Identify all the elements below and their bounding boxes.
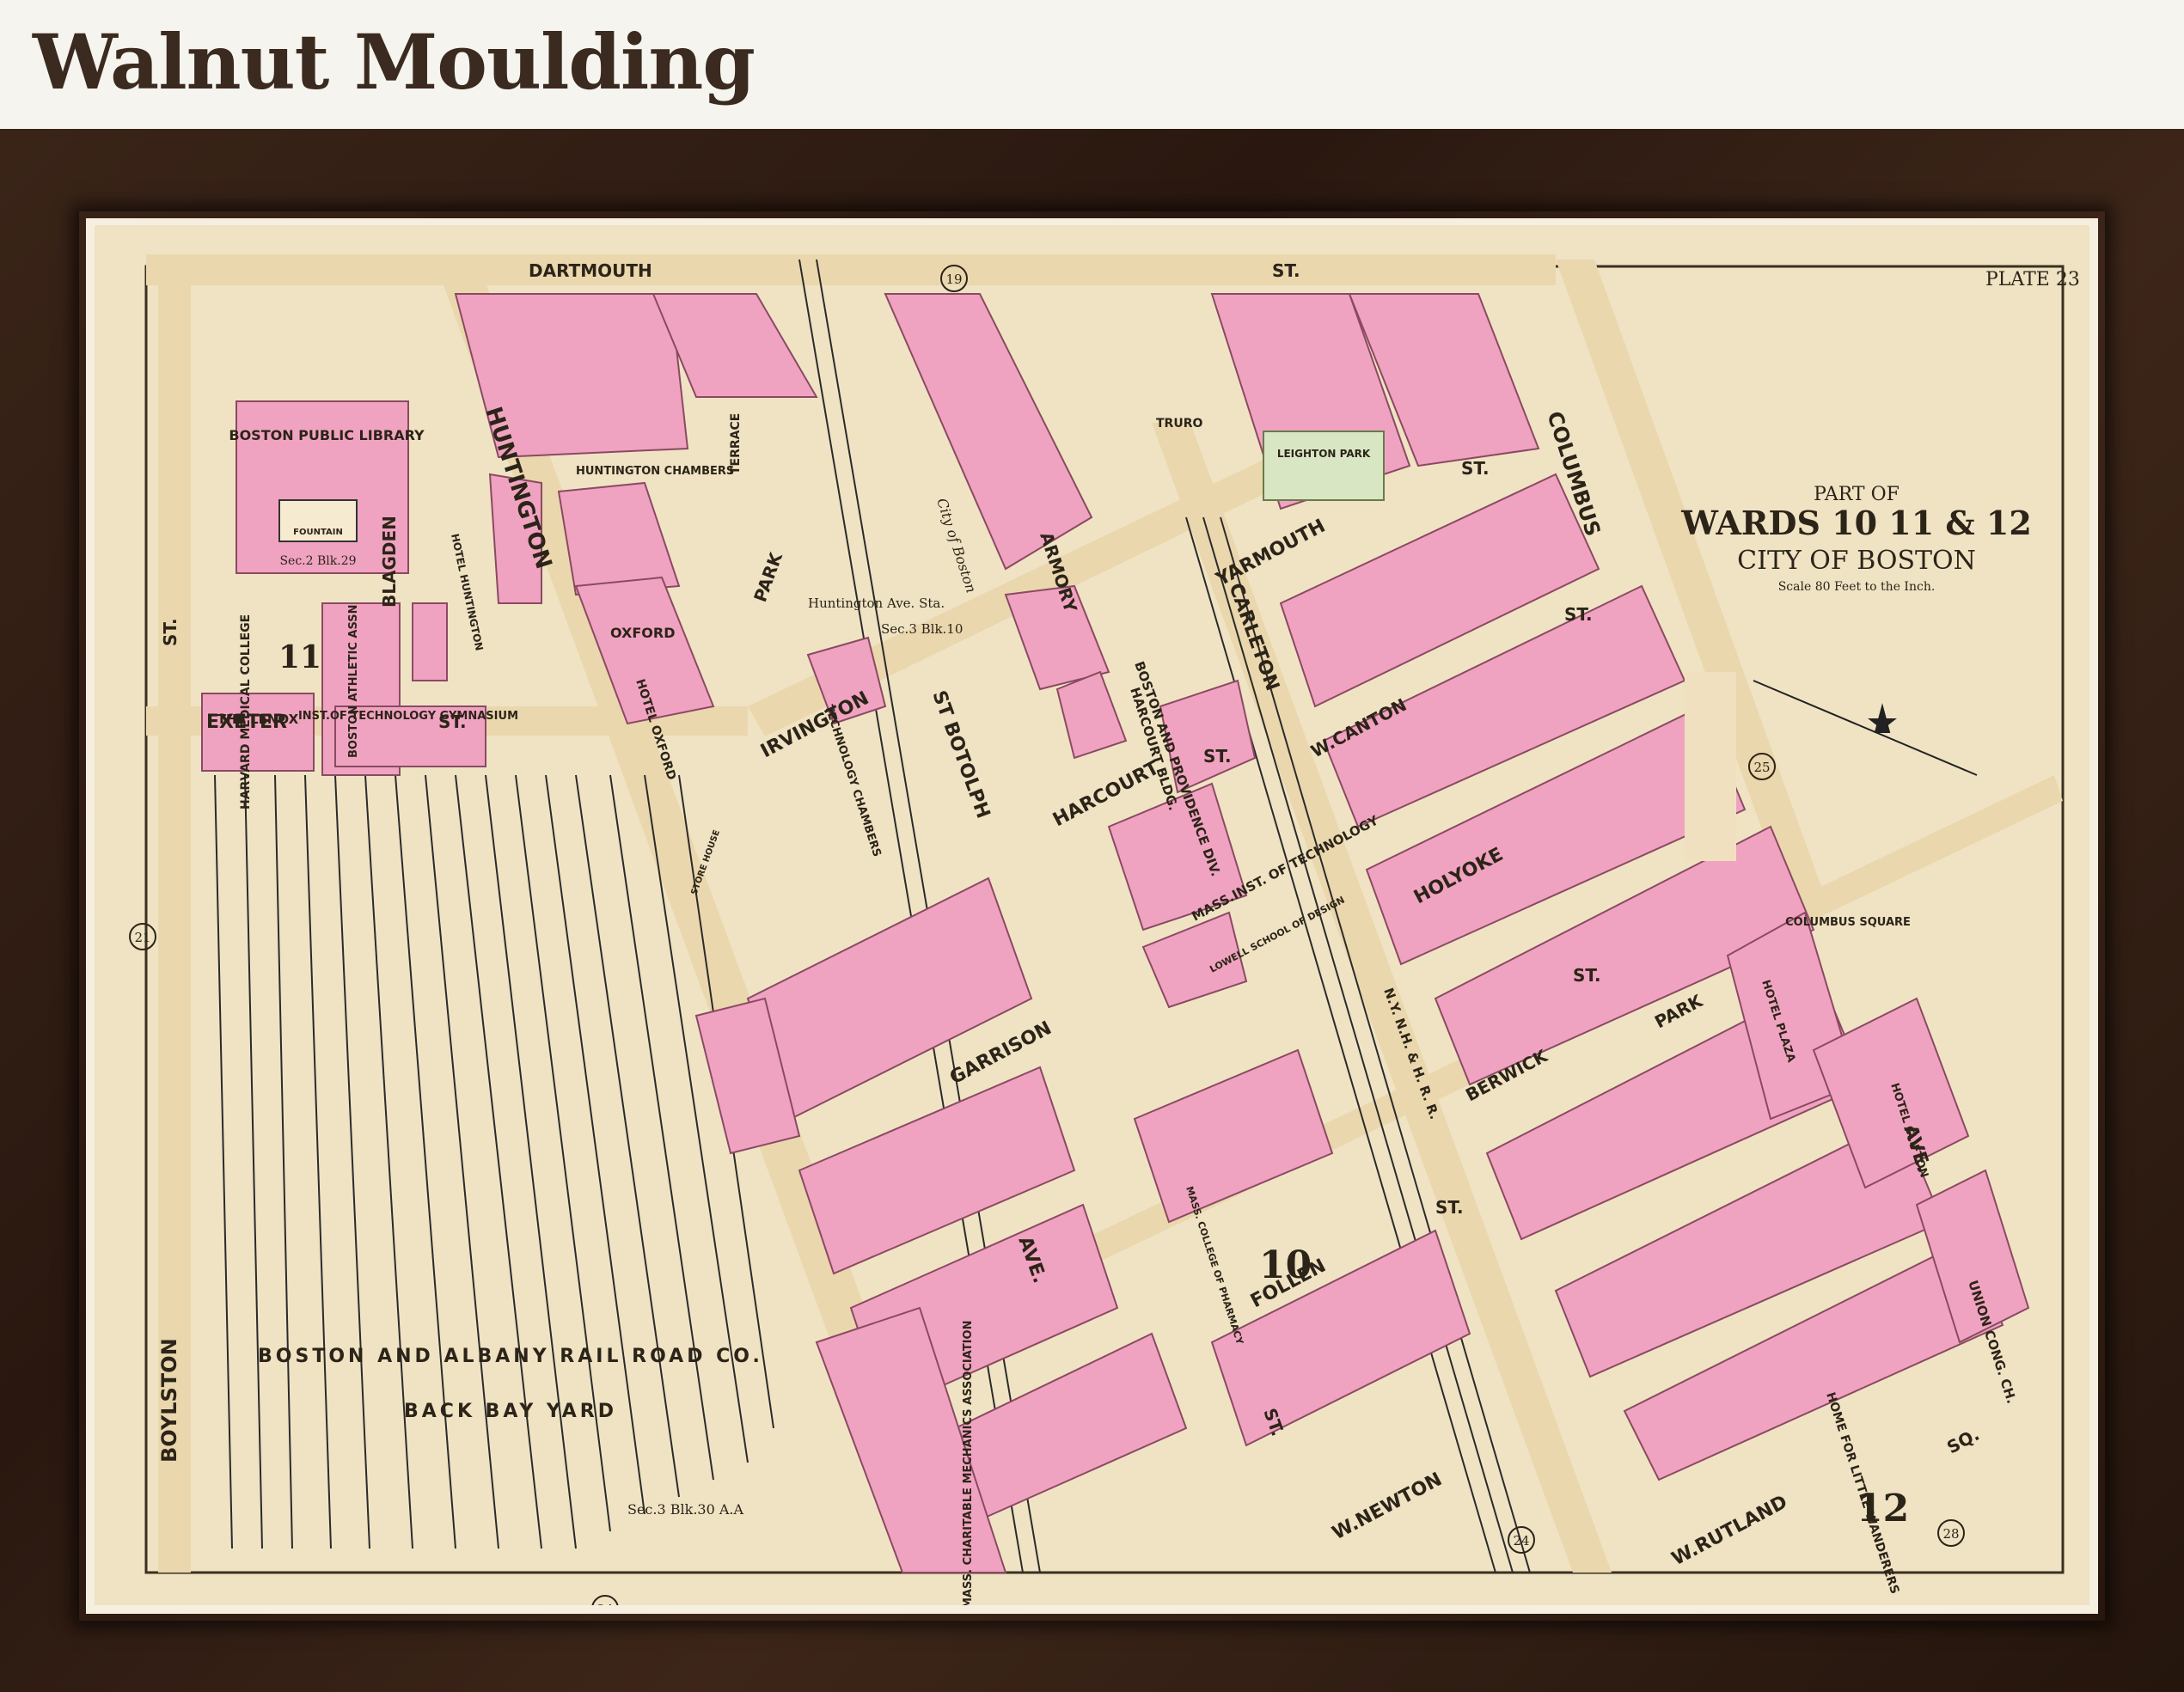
label-gymnasium: INST.OF TECHNOLOGY GYMNASIUM <box>298 710 518 723</box>
ward-24b: 24 <box>1513 1533 1529 1548</box>
plate-label: PLATE 23 <box>1985 269 2080 290</box>
ward-24a: 24 <box>596 1602 613 1605</box>
leighton-park-green <box>1263 431 1385 501</box>
label-rail-sec: Sec.3 Blk.30 A.A <box>627 1501 743 1518</box>
street-st-top: ST. <box>1272 260 1300 281</box>
ward-28: 28 <box>1942 1526 1959 1542</box>
label-huntington-chambers: HUNTINGTON CHAMBERS <box>576 465 734 478</box>
page-header: Walnut Moulding <box>0 0 2184 129</box>
ward-big-12: 12 <box>1857 1487 1909 1530</box>
street-truro: TRURO <box>1156 417 1202 431</box>
cartouche-line3: CITY OF BOSTON <box>1737 546 1976 576</box>
street-yarmouth-st: ST. <box>1461 458 1490 479</box>
walnut-frame: PLATE 23 PART OF WARDS 10 11 & 12 CITY O… <box>0 129 2184 1692</box>
label-sec3blk10: Sec.3 Blk.10 <box>881 621 963 637</box>
label-mechanics: MASS. CHARITABLE MECHANICS ASSOCIATION <box>962 1321 975 1605</box>
label-library: BOSTON PUBLIC LIBRARY <box>229 427 425 443</box>
label-huntington-sta: Huntington Ave. Sta. <box>808 596 945 611</box>
street-st-right: ST. <box>1573 965 1601 986</box>
historic-map: PLATE 23 PART OF WARDS 10 11 & 12 CITY O… <box>95 225 2089 1605</box>
label-rail-line2: BACK BAY YARD <box>404 1401 617 1422</box>
street-blagden: BLAGDEN <box>379 516 400 608</box>
label-library-sec: Sec.2 Blk.29 <box>279 554 356 568</box>
page-title: Walnut Moulding <box>33 17 756 107</box>
map-svg: PLATE 23 PART OF WARDS 10 11 & 12 CITY O… <box>95 225 2089 1605</box>
ward-big-10: 10 <box>1259 1243 1312 1287</box>
cartouche-line2: WARDS 10 11 & 12 <box>1680 504 2032 542</box>
cartouche-line1: PART OF <box>1814 484 1900 505</box>
street-harcourt-st: ST. <box>1203 746 1232 767</box>
street-canton-st: ST. <box>1564 604 1593 625</box>
label-rail-line1: BOSTON AND ALBANY RAIL ROAD CO. <box>258 1346 763 1367</box>
ward-21: 21 <box>134 930 150 945</box>
ward-19: 19 <box>945 272 962 287</box>
street-oxford: OXFORD <box>610 625 676 641</box>
ward-25: 25 <box>1753 760 1770 775</box>
label-fountain: FOUNTAIN <box>293 528 343 537</box>
label-lenox: THE LENOX <box>217 712 299 727</box>
label-leighton-park: LEIGHTON PARK <box>1277 448 1371 460</box>
label-athletic: BOSTON ATHLETIC ASSN <box>347 605 360 758</box>
ward-big-11: 11 <box>278 639 321 675</box>
street-boylston: BOYLSTON <box>157 1338 181 1463</box>
cartouche-scale: Scale 80 Feet to the Inch. <box>1778 580 1936 594</box>
street-follen-st: ST. <box>1435 1197 1464 1218</box>
street-dartmouth: DARTMOUTH <box>529 260 652 281</box>
label-columbus-square: COLUMBUS SQUARE <box>1785 916 1911 929</box>
street-st-left: ST. <box>160 618 180 646</box>
columbus-square-plot <box>1685 672 1736 861</box>
